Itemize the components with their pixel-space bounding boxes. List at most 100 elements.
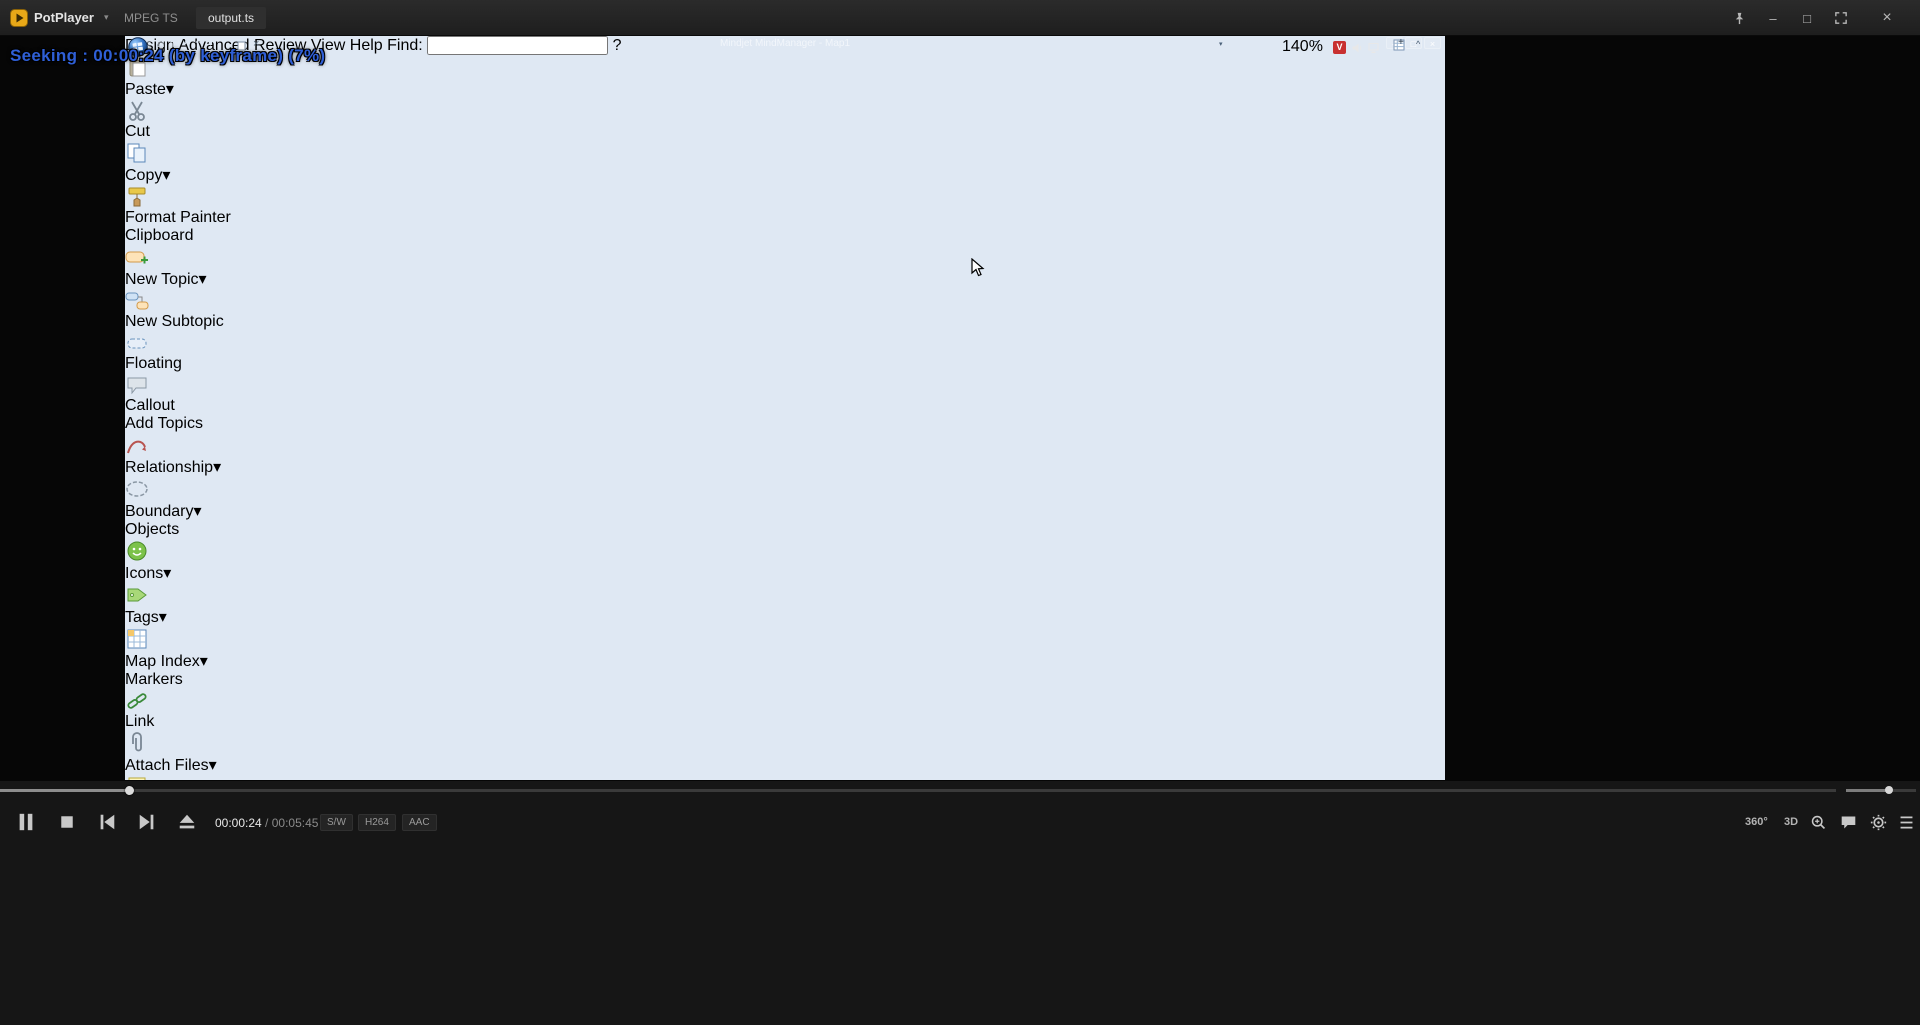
pause-button[interactable] bbox=[12, 808, 40, 836]
zoom-in-button[interactable]: + bbox=[1398, 37, 1404, 48]
playlist-button[interactable] bbox=[1894, 808, 1918, 836]
ribbon-group-markers: Icons▾ Tags▾ Map Index▾ Markers bbox=[125, 539, 1445, 689]
icons-button[interactable]: Icons▾ bbox=[125, 539, 1445, 583]
new-topic-button[interactable]: New Topic▾ bbox=[125, 245, 1445, 289]
audio-codec-badge[interactable]: AAC bbox=[402, 814, 437, 831]
link-button[interactable]: Link bbox=[125, 689, 1445, 731]
notes-icon bbox=[128, 777, 146, 780]
pin-on-top-button[interactable] bbox=[1730, 10, 1748, 26]
attach-files-icon bbox=[132, 732, 142, 752]
new-subtopic-button[interactable]: New Subtopic bbox=[125, 289, 1445, 331]
floating-topic-icon bbox=[127, 338, 147, 349]
stereo-3d-button[interactable]: 3D bbox=[1784, 816, 1798, 828]
decoder-badge[interactable]: S/W bbox=[320, 814, 353, 831]
volume-slider-fill bbox=[1846, 789, 1888, 792]
ribbon-group-add-topics: New Topic▾ New Subtopic Floating Callout… bbox=[125, 245, 1445, 433]
copy-button[interactable]: Copy▾ bbox=[125, 141, 1445, 185]
relationship-icon bbox=[127, 440, 146, 454]
magnifier-icon bbox=[1811, 815, 1825, 829]
zoom-out-button[interactable]: − bbox=[1313, 37, 1319, 48]
transport-controls: 00:00:24 / 00:05:45 S/W H264 AAC 360° 3D bbox=[0, 802, 1920, 846]
settings-button[interactable] bbox=[1866, 808, 1890, 836]
cut-button[interactable]: Cut bbox=[125, 99, 1445, 141]
volume-slider[interactable] bbox=[1846, 786, 1916, 794]
next-icon bbox=[139, 814, 154, 830]
potplayer-window: PotPlayer ▾ MPEG TS output.ts – □ × ▤ ▭ … bbox=[0, 0, 1920, 1025]
format-painter-button[interactable]: Format Painter bbox=[125, 185, 1445, 227]
seek-bar-progress bbox=[0, 789, 129, 792]
map-index-button[interactable]: Map Index▾ bbox=[125, 627, 1445, 671]
boundary-icon bbox=[126, 481, 148, 497]
time-display: 00:00:24 / 00:05:45 bbox=[215, 816, 318, 830]
eject-icon bbox=[179, 814, 195, 829]
video-stage[interactable]: ▤ ▭ ▥ ▦ ↶ ↷ ▾ Mindjet MindManager - Map1… bbox=[0, 36, 1920, 781]
video-codec-badge[interactable]: H264 bbox=[358, 814, 396, 831]
format-painter-icon bbox=[128, 187, 146, 207]
potplayer-logo-icon bbox=[10, 9, 28, 27]
seek-bar-knob[interactable] bbox=[124, 786, 134, 795]
group-label-objects: Objects bbox=[125, 521, 180, 538]
callout-icon bbox=[127, 377, 147, 395]
volume-tray-icon[interactable] bbox=[1351, 42, 1363, 54]
group-label-clipboard: Clipboard bbox=[125, 227, 194, 244]
pin-icon bbox=[1735, 12, 1743, 24]
boundary-button[interactable]: Boundary▾ bbox=[125, 477, 1445, 521]
copy-icon bbox=[127, 143, 146, 163]
floating-topic-button[interactable]: Floating bbox=[125, 331, 1445, 373]
new-subtopic-icon bbox=[125, 292, 149, 310]
map-index-icon bbox=[127, 629, 147, 649]
relationship-button[interactable]: Relationship▾ bbox=[125, 433, 1445, 477]
ribbon: Paste▾ Cut Copy▾ Format Painter Clipboar… bbox=[125, 55, 1445, 780]
time-current: 00:00:24 bbox=[215, 816, 262, 830]
callout-button[interactable]: Callout bbox=[125, 373, 1445, 415]
close-button[interactable]: × bbox=[1878, 9, 1896, 26]
previous-icon bbox=[100, 814, 115, 830]
open-eject-button[interactable] bbox=[173, 808, 201, 836]
collapse-ribbon-icon[interactable]: ^ bbox=[1416, 39, 1420, 49]
previous-button[interactable] bbox=[93, 808, 121, 836]
filter-dropdown-icon[interactable]: ▾ bbox=[1219, 40, 1223, 48]
mm-close-button[interactable]: × bbox=[1424, 37, 1441, 49]
time-total: 00:05:45 bbox=[271, 816, 319, 830]
seeking-osd-text: Seeking : 00:00:24 (by keyframe) (7%) bbox=[10, 46, 326, 65]
next-button[interactable] bbox=[133, 808, 161, 836]
mouse-cursor bbox=[971, 258, 985, 277]
notes-button[interactable]: Notes▾ bbox=[125, 775, 1445, 780]
maximize-button[interactable]: □ bbox=[1798, 10, 1816, 26]
vr-360-button[interactable]: 360° bbox=[1745, 816, 1768, 828]
playlist-icon bbox=[1900, 816, 1912, 828]
pause-icon bbox=[19, 813, 33, 831]
stream-format-label: MPEG TS bbox=[124, 11, 178, 25]
group-label-add-topics: Add Topics bbox=[125, 415, 203, 432]
fullscreen-icon bbox=[1835, 12, 1847, 24]
chat-bubble-icon bbox=[1841, 816, 1855, 828]
network-tray-icon[interactable] bbox=[1368, 42, 1380, 54]
link-icon bbox=[127, 693, 147, 709]
video-frame: ▤ ▭ ▥ ▦ ↶ ↷ ▾ Mindjet MindManager - Map1… bbox=[125, 36, 1445, 780]
app-title[interactable]: PotPlayer bbox=[34, 10, 94, 25]
stop-button[interactable] bbox=[53, 808, 81, 836]
gear-icon bbox=[1870, 814, 1886, 830]
group-label-markers: Markers bbox=[125, 671, 183, 688]
fullscreen-button[interactable] bbox=[1832, 10, 1850, 26]
unikey-tray-icon[interactable]: V bbox=[1333, 41, 1346, 54]
app-menu-caret-icon[interactable]: ▾ bbox=[104, 12, 109, 23]
new-topic-icon bbox=[125, 251, 148, 264]
icons-marker-icon bbox=[127, 541, 147, 561]
ribbon-group-objects: Relationship▾ Boundary▾ Objects bbox=[125, 433, 1445, 539]
tags-icon bbox=[127, 588, 147, 602]
potplayer-titlebar[interactable]: PotPlayer ▾ MPEG TS output.ts – □ × bbox=[0, 0, 1920, 36]
volume-slider-knob[interactable] bbox=[1885, 786, 1893, 794]
search-zoom-button[interactable] bbox=[1806, 808, 1830, 836]
time-separator: / bbox=[261, 816, 272, 830]
ribbon-group-clipboard: Paste▾ Cut Copy▾ Format Painter Clipboar… bbox=[125, 55, 1445, 245]
stop-icon bbox=[61, 816, 73, 828]
seek-bar[interactable] bbox=[0, 786, 1836, 795]
cut-icon bbox=[129, 101, 145, 121]
tags-button[interactable]: Tags▾ bbox=[125, 583, 1445, 627]
ribbon-group-topic-elements: Link Attach Files▾ Notes▾ Topic Elements bbox=[125, 689, 1445, 780]
attach-files-button[interactable]: Attach Files▾ bbox=[125, 731, 1445, 775]
minimize-button[interactable]: – bbox=[1764, 10, 1782, 26]
current-file-tab[interactable]: output.ts bbox=[196, 7, 267, 29]
message-button[interactable] bbox=[1836, 808, 1860, 836]
